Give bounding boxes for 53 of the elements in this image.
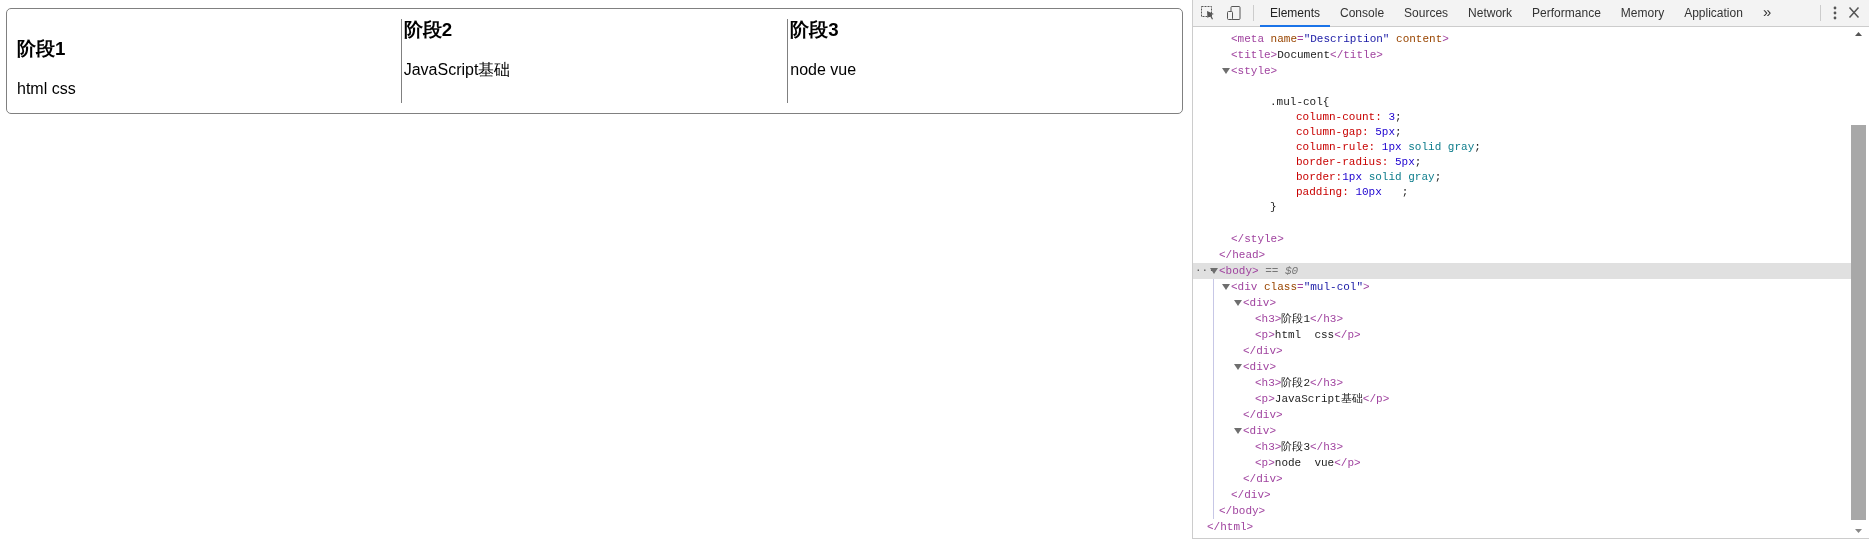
dom-node[interactable]: </head> [1219, 247, 1266, 263]
dom-node[interactable]: </html> [1207, 519, 1254, 535]
column-text: node vue [790, 60, 858, 80]
dom-node[interactable]: <div> [1243, 295, 1276, 311]
collapse-arrow-icon[interactable] [1222, 284, 1230, 290]
collapse-arrow-icon[interactable] [1222, 68, 1230, 74]
dom-node[interactable]: </div> [1243, 407, 1283, 423]
dom-node[interactable]: </div> [1243, 343, 1283, 359]
dom-node[interactable]: <meta name="Description" content> [1231, 31, 1449, 47]
css-rule[interactable]: } [1193, 201, 1277, 213]
column-text: JavaScript基础 [403, 60, 512, 80]
dom-node[interactable]: </body> [1219, 503, 1266, 519]
scrollbar-thumb[interactable] [1851, 125, 1866, 520]
dom-node[interactable]: <body> == $0 [1219, 263, 1299, 279]
column-text: html css [17, 78, 77, 99]
devtools-tab[interactable]: Application [1674, 0, 1753, 27]
dom-node[interactable]: <div> [1243, 359, 1276, 375]
devtools-tab[interactable]: Sources [1394, 0, 1459, 27]
dom-node[interactable]: <p>JavaScript基础</p> [1255, 391, 1390, 407]
devtools-tab[interactable]: Network [1458, 0, 1523, 27]
css-declaration[interactable]: column-gap: 5px; [1296, 126, 1402, 138]
dom-node[interactable]: <div> [1243, 423, 1276, 439]
devtools-tab[interactable]: Memory [1610, 0, 1675, 27]
css-declaration[interactable]: column-count: 3; [1296, 111, 1402, 123]
dom-node[interactable]: <div class="mul-col"> [1231, 279, 1370, 295]
dom-node[interactable]: <h3>阶段1</h3> [1255, 311, 1344, 327]
css-rule[interactable]: .mul-col{ [1193, 96, 1330, 108]
css-declaration[interactable]: padding: 10px ; [1296, 186, 1409, 198]
dom-node[interactable]: <h3>阶段3</h3> [1255, 439, 1344, 455]
devtools-tab[interactable]: Elements [1260, 0, 1331, 27]
dom-node[interactable]: </style> [1231, 231, 1284, 247]
css-declaration[interactable]: column-rule: 1px solid gray; [1296, 141, 1481, 153]
more-tabs-button[interactable]: » [1752, 0, 1782, 27]
css-declaration[interactable]: border:1px solid gray; [1296, 171, 1442, 183]
dom-node[interactable]: <style> [1231, 63, 1278, 79]
css-declaration[interactable]: border-radius: 5px; [1296, 156, 1422, 168]
column-heading: 阶段2 [403, 19, 454, 42]
collapse-arrow-icon[interactable] [1234, 300, 1242, 306]
dom-node[interactable]: <title>Document</title> [1231, 47, 1383, 63]
dom-node[interactable]: <p>html css</p> [1255, 327, 1361, 343]
column-heading: 阶段1 [17, 37, 67, 61]
column-heading: 阶段3 [790, 19, 840, 42]
devtools-tab[interactable]: Performance [1522, 0, 1611, 27]
devtools-tab[interactable]: Console [1330, 0, 1395, 27]
collapse-arrow-icon[interactable] [1234, 364, 1242, 370]
dom-node[interactable]: </div> [1231, 487, 1271, 503]
more-marker[interactable]: ... [1195, 260, 1215, 276]
dom-node[interactable]: </div> [1243, 471, 1283, 487]
collapse-arrow-icon[interactable] [1210, 268, 1218, 274]
collapse-arrow-icon[interactable] [1234, 428, 1242, 434]
dom-node[interactable]: <h3>阶段2</h3> [1255, 375, 1344, 391]
dom-node[interactable]: <p>node vue</p> [1255, 455, 1361, 471]
selected-row[interactable]: ... <body> == $0 [1193, 263, 1851, 279]
